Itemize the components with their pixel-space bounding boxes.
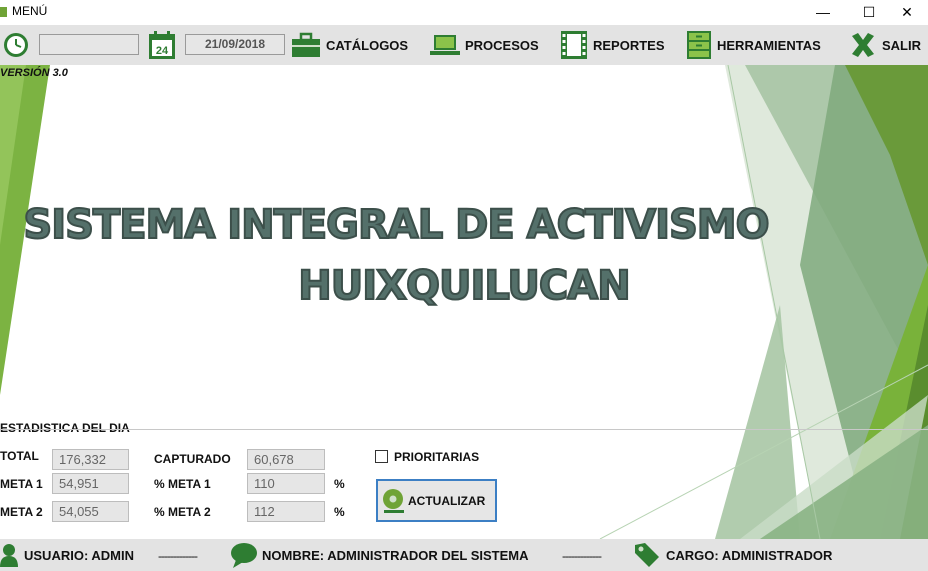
chat-bubble-icon	[231, 543, 257, 568]
system-title-line2: HUIXQUILUCAN	[297, 262, 631, 310]
pct-meta1-field[interactable]: 110	[247, 473, 325, 494]
status-separator-1: -------------	[158, 549, 198, 563]
prioritarias-label: PRIORITARIAS	[394, 450, 480, 464]
capturado-label: CAPTURADO	[154, 452, 231, 466]
nombre-status: NOMBRE: ADMINISTRADOR DEL SISTEMA	[230, 539, 529, 571]
minimize-button[interactable]: —	[800, 0, 846, 25]
tag-icon	[635, 543, 659, 567]
usuario-text: USUARIO: ADMIN	[24, 547, 135, 563]
reportes-menu[interactable]: REPORTES	[560, 25, 665, 65]
system-title-line1: SISTEMA INTEGRAL DE ACTIVISMO	[22, 201, 770, 249]
reportes-label: REPORTES	[593, 37, 665, 53]
calendar-icon: 24	[149, 31, 175, 59]
close-button[interactable]: ✕	[884, 0, 928, 25]
calendar-button[interactable]: 24	[148, 25, 176, 65]
status-separator-2: -------------	[562, 549, 602, 563]
actualizar-label: ACTUALIZAR	[408, 493, 486, 508]
catalogos-label: CATÁLOGOS	[326, 37, 409, 53]
procesos-label: PROCESOS	[465, 37, 539, 53]
status-bar: USUARIO: ADMIN ------------- NOMBRE: ADM…	[0, 539, 928, 571]
toolbar: 24 21/09/2018 CATÁLOGOS PROCESOS REPORTE…	[0, 25, 928, 65]
cabinet-icon	[687, 31, 711, 59]
clock-display	[39, 34, 139, 55]
film-report-icon	[561, 31, 587, 59]
clock-icon	[4, 33, 28, 57]
nombre-text: NOMBRE: ADMINISTRADOR DEL SISTEMA	[262, 547, 529, 563]
app-icon	[0, 7, 7, 17]
clock-button[interactable]	[2, 25, 30, 65]
pct-meta2-field[interactable]: 112	[247, 501, 325, 522]
stats-divider	[0, 429, 928, 430]
salir-button[interactable]: SALIR	[849, 25, 921, 65]
usuario-status: USUARIO: ADMIN	[0, 539, 134, 571]
main-canvas: VERSIÓN 3.0 SISTEMA INTEGRAL DE ACTIVISM…	[0, 65, 928, 539]
meta2-label: META 2	[0, 505, 43, 519]
procesos-menu[interactable]: PROCESOS	[430, 25, 539, 65]
pct-meta1-unit: %	[334, 477, 345, 491]
herramientas-label: HERRAMIENTAS	[717, 37, 821, 53]
pct-meta2-label: % META 2	[154, 505, 211, 519]
refresh-disc-icon	[383, 488, 404, 513]
total-label: TOTAL	[0, 449, 39, 463]
herramientas-menu[interactable]: HERRAMIENTAS	[686, 25, 821, 65]
catalogos-menu[interactable]: CATÁLOGOS	[291, 25, 408, 65]
window-title: MENÚ	[12, 4, 48, 18]
pct-meta2-unit: %	[334, 505, 345, 519]
version-label: VERSIÓN 3.0	[0, 67, 68, 79]
date-display: 21/09/2018	[185, 34, 285, 55]
salir-label: SALIR	[882, 37, 921, 53]
cargo-status: CARGO: ADMINISTRADOR	[633, 539, 832, 571]
cargo-text: CARGO: ADMINISTRADOR	[666, 547, 833, 563]
svg-text:24: 24	[156, 45, 169, 57]
laptop-icon	[430, 35, 460, 55]
pct-meta1-label: % META 1	[154, 477, 211, 491]
meta2-field[interactable]: 54,055	[52, 501, 129, 522]
exit-x-icon	[852, 33, 874, 57]
briefcase-icon	[292, 32, 320, 57]
stats-heading: ESTADISTICA DEL DIA	[0, 421, 130, 435]
prioritarias-checkbox[interactable]	[375, 450, 388, 463]
total-field[interactable]: 176,332	[52, 449, 129, 470]
title-bar: MENÚ — ☐ ✕	[0, 0, 928, 25]
meta1-field[interactable]: 54,951	[52, 473, 129, 494]
user-icon	[0, 544, 18, 567]
actualizar-button[interactable]: ACTUALIZAR	[376, 479, 497, 522]
meta1-label: META 1	[0, 477, 43, 491]
capturado-field[interactable]: 60,678	[247, 449, 325, 470]
